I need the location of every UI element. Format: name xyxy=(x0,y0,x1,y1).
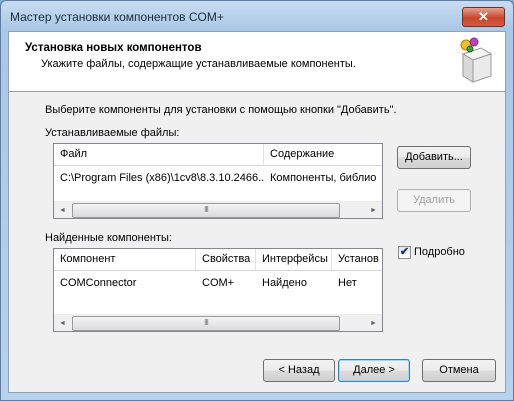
title-bar[interactable]: Мастер установки компонентов COM+ ✕ xyxy=(1,1,513,31)
cancel-button[interactable]: Отмена xyxy=(422,359,496,382)
window-title: Мастер установки компонентов COM+ xyxy=(10,10,224,24)
column-header-properties[interactable]: Свойства xyxy=(196,249,256,271)
files-list-header: Файл Содержание xyxy=(54,144,382,166)
table-row[interactable]: COMConnector COM+ Найдено Нет xyxy=(54,275,382,293)
components-list-header: Компонент Свойства Интерфейсы Установ xyxy=(54,249,382,271)
details-checkbox-label[interactable]: Подробно xyxy=(414,246,465,258)
column-header-content[interactable]: Содержание xyxy=(264,144,382,166)
scroll-thumb[interactable]: III xyxy=(72,203,340,218)
file-content-cell: Компоненты, библио xyxy=(270,172,377,184)
component-box-icon xyxy=(460,37,493,83)
horizontal-scrollbar[interactable]: ◄ III ► xyxy=(54,314,382,331)
next-button[interactable]: Далее > xyxy=(338,359,410,382)
column-header-file[interactable]: Файл xyxy=(54,144,264,166)
add-button[interactable]: Добавить... xyxy=(397,146,471,169)
component-properties-cell: COM+ xyxy=(202,277,235,289)
back-button[interactable]: < Назад xyxy=(263,359,335,382)
files-label: Устанавливаемые файлы: xyxy=(45,127,180,139)
table-row[interactable]: C:\Program Files (x86)\1cv8\8.3.10.2466.… xyxy=(54,170,382,188)
components-label: Найденные компоненты: xyxy=(45,232,172,244)
wizard-window: Мастер установки компонентов COM+ ✕ Уста… xyxy=(0,0,514,401)
details-checkbox[interactable]: ✔ xyxy=(398,246,411,259)
column-header-interfaces[interactable]: Интерфейсы xyxy=(256,249,332,271)
wizard-header: Установка новых компонентов Укажите файл… xyxy=(9,32,505,92)
column-header-installed[interactable]: Установ xyxy=(332,249,382,271)
column-header-component[interactable]: Компонент xyxy=(54,249,196,271)
files-list[interactable]: Файл Содержание C:\Program Files (x86)\1… xyxy=(53,143,383,219)
close-icon: ✕ xyxy=(478,9,489,24)
components-list[interactable]: Компонент Свойства Интерфейсы Установ CO… xyxy=(53,248,383,332)
scroll-thumb[interactable]: III xyxy=(72,316,340,331)
checkmark-icon: ✔ xyxy=(399,246,410,258)
scroll-left-icon[interactable]: ◄ xyxy=(54,315,71,331)
component-interfaces-cell: Найдено xyxy=(262,277,307,289)
scroll-right-icon[interactable]: ► xyxy=(365,315,382,331)
scroll-left-icon[interactable]: ◄ xyxy=(54,202,71,218)
dialog-body: Установка новых компонентов Укажите файл… xyxy=(8,31,506,393)
component-installed-cell: Нет xyxy=(338,277,357,289)
close-button[interactable]: ✕ xyxy=(462,7,505,27)
header-title: Установка новых компонентов xyxy=(25,42,202,54)
horizontal-scrollbar[interactable]: ◄ III ► xyxy=(54,201,382,218)
header-subtitle: Укажите файлы, содержащие устанавливаемы… xyxy=(41,58,356,70)
scroll-right-icon[interactable]: ► xyxy=(365,202,382,218)
file-path-cell: C:\Program Files (x86)\1cv8\8.3.10.2466.… xyxy=(60,172,264,184)
component-name-cell: COMConnector xyxy=(60,277,137,289)
instructions-text: Выберите компоненты для установки с помо… xyxy=(45,104,397,116)
remove-button[interactable]: Удалить xyxy=(397,189,471,212)
